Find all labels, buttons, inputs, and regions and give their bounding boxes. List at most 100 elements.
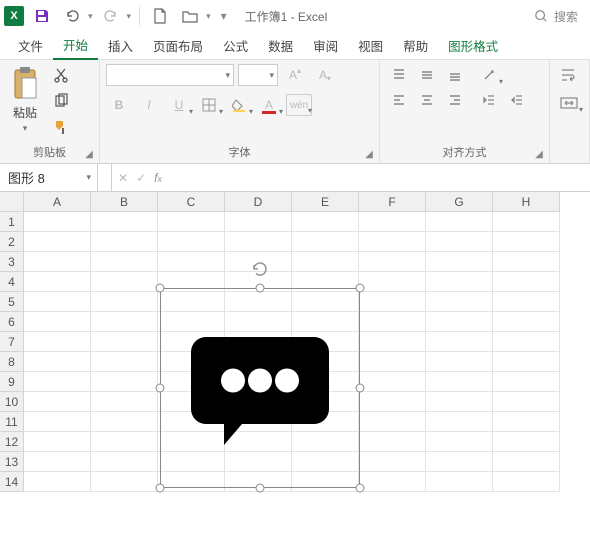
cell[interactable] — [493, 292, 560, 312]
resize-handle-n[interactable] — [256, 284, 265, 293]
cell[interactable] — [493, 252, 560, 272]
resize-handle-s[interactable] — [256, 484, 265, 493]
cell[interactable] — [158, 212, 225, 232]
cell[interactable] — [91, 212, 158, 232]
copy-button[interactable] — [48, 90, 74, 112]
align-launcher-icon[interactable]: ◢ — [533, 149, 545, 161]
cell[interactable] — [426, 232, 493, 252]
row-header[interactable]: 1 — [0, 212, 24, 232]
cell[interactable] — [359, 432, 426, 452]
cell[interactable] — [91, 292, 158, 312]
cell[interactable] — [493, 352, 560, 372]
cell[interactable] — [426, 472, 493, 492]
cell[interactable] — [426, 292, 493, 312]
cell[interactable] — [24, 312, 91, 332]
cell[interactable] — [91, 332, 158, 352]
tab-insert[interactable]: 插入 — [98, 32, 143, 60]
cell[interactable] — [24, 332, 91, 352]
cell[interactable] — [493, 312, 560, 332]
increase-font-size-button[interactable]: A▴ — [282, 64, 308, 86]
save-button[interactable] — [30, 4, 54, 28]
select-all-corner[interactable] — [0, 192, 24, 212]
row-header[interactable]: 13 — [0, 452, 24, 472]
cell[interactable] — [91, 432, 158, 452]
speech-bubble-icon[interactable] — [185, 310, 335, 460]
cell[interactable] — [493, 332, 560, 352]
column-header[interactable]: E — [292, 192, 359, 212]
cell[interactable] — [24, 392, 91, 412]
tab-view[interactable]: 视图 — [348, 32, 393, 60]
cell[interactable] — [91, 452, 158, 472]
cell[interactable] — [493, 412, 560, 432]
cell[interactable] — [493, 432, 560, 452]
bold-button[interactable]: B — [106, 94, 132, 116]
cell[interactable] — [426, 252, 493, 272]
cell[interactable] — [359, 232, 426, 252]
wrap-text-button[interactable] — [556, 64, 582, 86]
align-bottom-button[interactable] — [442, 64, 468, 86]
cell[interactable] — [91, 272, 158, 292]
cell[interactable] — [24, 452, 91, 472]
row-header[interactable]: 5 — [0, 292, 24, 312]
cell[interactable] — [91, 392, 158, 412]
resize-handle-ne[interactable] — [356, 284, 365, 293]
align-top-button[interactable] — [386, 64, 412, 86]
qat-customize-button[interactable]: ▾ — [217, 4, 231, 28]
cell[interactable] — [493, 392, 560, 412]
cell[interactable] — [359, 472, 426, 492]
column-header[interactable]: D — [225, 192, 292, 212]
cell[interactable] — [91, 312, 158, 332]
decrease-font-size-button[interactable]: A▾ — [312, 64, 338, 86]
underline-button[interactable]: U — [166, 94, 192, 116]
tab-home[interactable]: 开始 — [53, 32, 98, 60]
format-painter-button[interactable] — [48, 116, 74, 138]
font-launcher-icon[interactable]: ◢ — [363, 149, 375, 161]
column-header[interactable]: B — [91, 192, 158, 212]
align-center-button[interactable] — [414, 89, 440, 111]
cell[interactable] — [359, 312, 426, 332]
selected-shape[interactable] — [160, 288, 360, 488]
tab-file[interactable]: 文件 — [8, 32, 53, 60]
clipboard-launcher-icon[interactable]: ◢ — [83, 149, 95, 161]
cell[interactable] — [91, 352, 158, 372]
row-header[interactable]: 9 — [0, 372, 24, 392]
rotate-handle-icon[interactable] — [251, 260, 269, 281]
cell[interactable] — [359, 372, 426, 392]
cell[interactable] — [359, 352, 426, 372]
cell[interactable] — [426, 392, 493, 412]
tab-review[interactable]: 审阅 — [303, 32, 348, 60]
cell[interactable] — [426, 452, 493, 472]
cell[interactable] — [24, 292, 91, 312]
row-header[interactable]: 10 — [0, 392, 24, 412]
tab-page-layout[interactable]: 页面布局 — [143, 32, 213, 60]
formula-bar-input[interactable] — [168, 164, 590, 191]
resize-handle-se[interactable] — [356, 484, 365, 493]
cell[interactable] — [24, 432, 91, 452]
row-header[interactable]: 3 — [0, 252, 24, 272]
cell[interactable] — [24, 272, 91, 292]
resize-handle-nw[interactable] — [156, 284, 165, 293]
cell[interactable] — [359, 412, 426, 432]
column-header[interactable]: G — [426, 192, 493, 212]
border-button[interactable] — [196, 94, 222, 116]
cell[interactable] — [493, 472, 560, 492]
row-header[interactable]: 4 — [0, 272, 24, 292]
cell[interactable] — [359, 252, 426, 272]
cell[interactable] — [225, 212, 292, 232]
row-header[interactable]: 14 — [0, 472, 24, 492]
cell[interactable] — [91, 472, 158, 492]
align-middle-button[interactable] — [414, 64, 440, 86]
font-color-button[interactable]: A — [256, 94, 282, 116]
cancel-formula-icon[interactable]: ✕ — [118, 171, 128, 185]
open-file-button[interactable] — [178, 4, 202, 28]
cell[interactable] — [24, 412, 91, 432]
new-file-button[interactable] — [148, 4, 172, 28]
cell[interactable] — [158, 252, 225, 272]
font-size-combo[interactable] — [238, 64, 278, 86]
row-header[interactable]: 7 — [0, 332, 24, 352]
column-header[interactable]: A — [24, 192, 91, 212]
cell[interactable] — [24, 232, 91, 252]
cell[interactable] — [359, 212, 426, 232]
resize-handle-w[interactable] — [156, 384, 165, 393]
increase-indent-button[interactable] — [504, 89, 530, 111]
